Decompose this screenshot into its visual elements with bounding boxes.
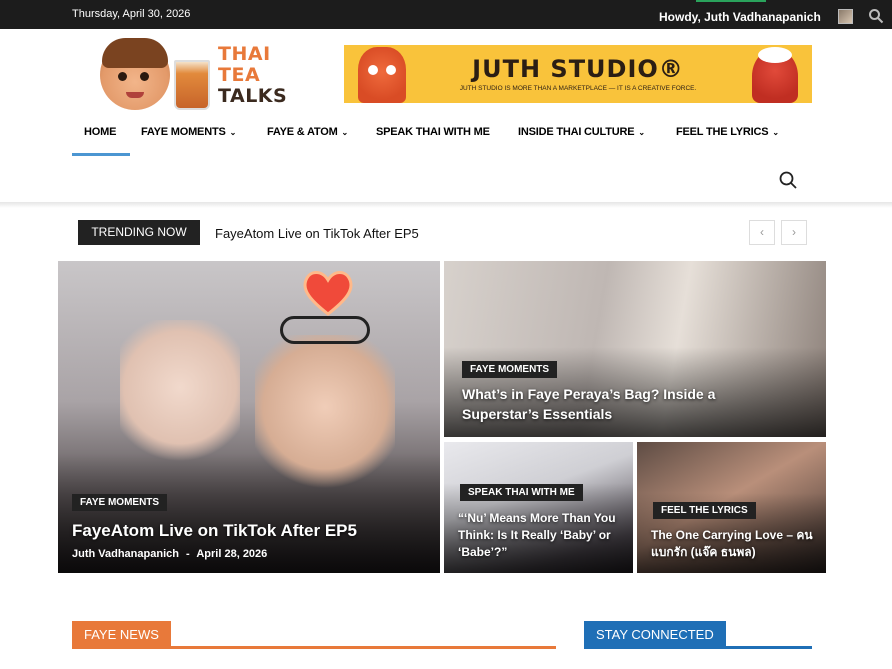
section-title[interactable]: FAYE NEWS [72,621,171,649]
admin-accent-bar [696,0,766,2]
avatar[interactable] [838,9,853,24]
article-meta: Juth Vadhanapanich - April 28, 2026 [72,548,267,560]
thai-tea-cup-icon [174,60,210,110]
category-badge[interactable]: FEEL THE LYRICS [653,502,756,519]
top-bar: Thursday, April 30, 2026 Howdy, Juth Vad… [0,0,892,29]
logo-line-3: TALKS [218,85,288,107]
article-date: April 28, 2026 [196,548,268,560]
nav-item-inside-thai-culture[interactable]: INSIDE THAI CULTURE ⌄ [518,126,645,138]
nav-label: FAYE & ATOM [267,126,338,138]
banner-title: JUTH STUDIO® [472,55,684,83]
section-title: STAY CONNECTED [584,621,726,649]
trending-next-button[interactable]: › [781,220,807,245]
featured-top-right-card[interactable]: FAYE MOMENTS What’s in Faye Peraya’s Bag… [444,261,826,437]
trending-headline[interactable]: FayeAtom Live on TikTok After EP5 [215,226,419,241]
nav-label: HOME [84,126,117,138]
site-logo[interactable]: THAI TEA TALKS [100,38,300,112]
featured-bottom-left-card[interactable]: SPEAK THAI WITH ME “‘Nu’ Means More Than… [444,442,633,573]
heart-icon [303,271,353,316]
nav-active-indicator [72,153,130,156]
trending-prev-button[interactable]: ‹ [749,220,775,245]
trending-label: TRENDING NOW [78,220,200,245]
article-title[interactable]: What’s in Faye Peraya’s Bag? Inside a Su… [462,384,782,424]
chevron-down-icon: ⌄ [229,128,237,137]
featured-bottom-right-card[interactable]: FEEL THE LYRICS The One Carrying Love – … [637,442,826,573]
banner-subtitle: JUTH STUDIO IS MORE THAN A MARKETPLACE —… [459,85,697,92]
article-title[interactable]: “‘Nu’ Means More Than You Think: Is It R… [458,510,626,561]
chevron-down-icon: ⌄ [341,128,349,137]
nav-item-feel-the-lyrics[interactable]: FEEL THE LYRICS ⌄ [676,126,779,138]
section-faye-news: FAYE NEWS [72,621,556,649]
author-name[interactable]: Juth Vadhanapanich [72,548,179,560]
search-icon[interactable] [778,170,798,190]
nav-item-speak-thai[interactable]: SPEAK THAI WITH ME [376,126,490,138]
mascot-eye [140,72,149,81]
nav-divider [0,202,892,208]
category-badge[interactable]: SPEAK THAI WITH ME [460,484,583,501]
mascot-hair [102,38,168,68]
ad-banner[interactable]: JUTH STUDIO® JUTH STUDIO IS MORE THAN A … [344,45,812,103]
logo-line-1: THAI [218,43,271,65]
nav-label: FEEL THE LYRICS [676,126,769,138]
search-icon[interactable] [868,8,884,24]
category-badge[interactable]: FAYE MOMENTS [462,361,558,378]
logo-text: THAI TEA TALKS [218,44,287,107]
meta-separator: - [186,548,190,560]
logo-line-2: TEA [218,64,261,86]
chevron-down-icon: ⌄ [772,128,779,137]
article-title[interactable]: FayeAtom Live on TikTok After EP5 [72,521,357,541]
mascot-eye [118,72,127,81]
nav-label: FAYE MOMENTS [141,126,226,138]
nav-item-home[interactable]: HOME [84,126,116,138]
person-image [120,320,240,470]
nav-item-faye-atom[interactable]: FAYE & ATOM ⌄ [267,126,348,138]
main-nav: HOME FAYE MOMENTS ⌄ FAYE & ATOM ⌄ SPEAK TH… [72,120,812,156]
current-date: Thursday, April 30, 2026 [72,8,191,20]
person-image [255,335,395,495]
nav-label: SPEAK THAI WITH ME [376,126,490,138]
section-underline [584,646,812,649]
section-underline [72,646,556,649]
article-title[interactable]: The One Carrying Love – คนแบกรัก (แจ๊ค ธ… [651,527,821,561]
account-greeting[interactable]: Howdy, Juth Vadhanapanich [659,10,821,24]
glasses-graphic [280,316,370,344]
nav-item-faye-moments[interactable]: FAYE MOMENTS ⌄ [141,126,236,138]
category-badge[interactable]: FAYE MOMENTS [72,494,168,511]
chevron-down-icon: ⌄ [638,128,645,137]
section-stay-connected: STAY CONNECTED [584,621,812,649]
nav-label: INSIDE THAI CULTURE [518,126,635,138]
